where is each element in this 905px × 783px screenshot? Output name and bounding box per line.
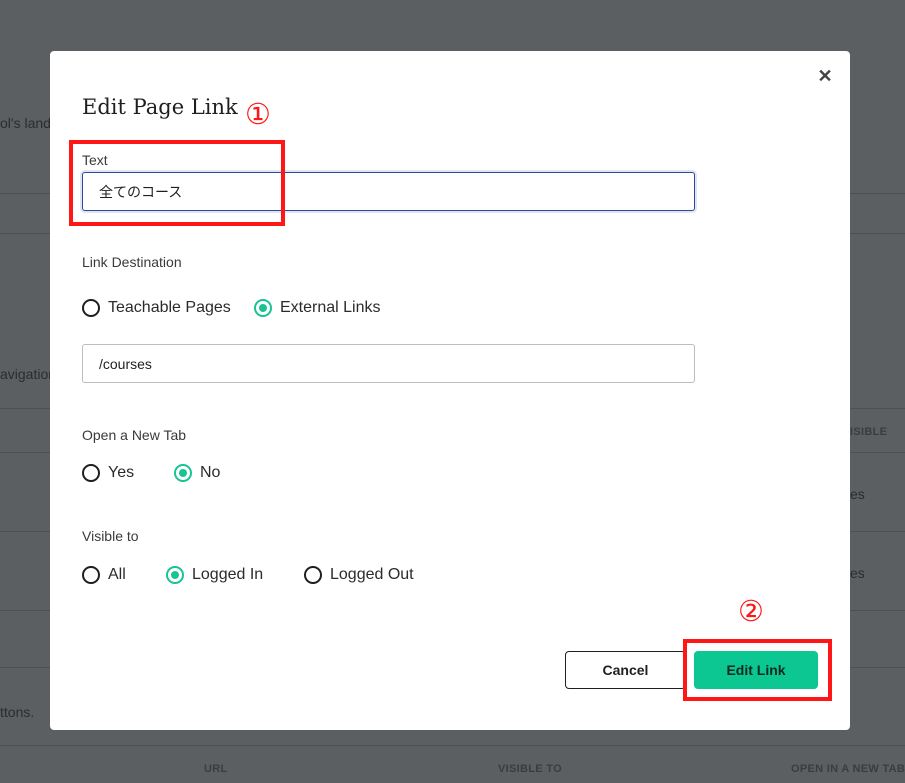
- radio-visible-logged-out[interactable]: Logged Out: [304, 566, 414, 584]
- url-input[interactable]: [82, 344, 695, 383]
- radio-label: No: [200, 464, 221, 481]
- radio-visible-all[interactable]: All: [82, 566, 126, 584]
- radio-label: Logged Out: [330, 566, 414, 583]
- annotation-marker-2: ②: [738, 594, 764, 628]
- radio-button-selected: [174, 464, 192, 482]
- radio-button-selected: [254, 299, 272, 317]
- radio-label: All: [108, 566, 126, 583]
- bg-yes-text: es: [850, 486, 865, 502]
- radio-button: [82, 299, 100, 317]
- bg-divider: [0, 745, 905, 746]
- radio-button-selected: [166, 566, 184, 584]
- annotation-marker-1: ①: [245, 97, 271, 131]
- radio-new-tab-no[interactable]: No: [174, 464, 220, 482]
- radio-new-tab-yes[interactable]: Yes: [82, 464, 134, 482]
- bg-col-url: URL: [204, 763, 228, 775]
- radio-label: Teachable Pages: [108, 299, 231, 316]
- radio-label: Yes: [108, 464, 135, 481]
- visible-to-label: Visible to: [82, 528, 139, 544]
- dialog-title: Edit Page Link: [82, 95, 238, 119]
- bg-col-open-new-tab: OPEN IN A NEW TAB: [791, 763, 905, 775]
- radio-button: [82, 464, 100, 482]
- radio-button: [304, 566, 322, 584]
- annotation-box-text-field: [69, 140, 285, 226]
- radio-label: External Links: [280, 299, 381, 316]
- cancel-button[interactable]: Cancel: [565, 651, 686, 689]
- bg-col-visible-to: VISIBLE TO: [498, 763, 562, 775]
- radio-visible-logged-in[interactable]: Logged In: [166, 566, 263, 584]
- radio-teachable-pages[interactable]: Teachable Pages: [82, 299, 231, 317]
- bg-navigation-text: avigation: [0, 366, 57, 382]
- bg-landing-text: ol's landi: [0, 115, 55, 131]
- radio-label: Logged In: [192, 566, 264, 583]
- bg-buttons-text: ttons.: [0, 704, 35, 720]
- radio-button: [82, 566, 100, 584]
- bg-visible-header: ISIBLE: [850, 426, 888, 438]
- radio-external-links[interactable]: External Links: [254, 299, 381, 317]
- annotation-box-edit-button: [683, 639, 832, 701]
- new-tab-label: Open a New Tab: [82, 427, 187, 443]
- close-icon[interactable]: ✕: [816, 65, 834, 87]
- link-destination-label: Link Destination: [82, 254, 182, 270]
- bg-yes-text: es: [850, 565, 865, 581]
